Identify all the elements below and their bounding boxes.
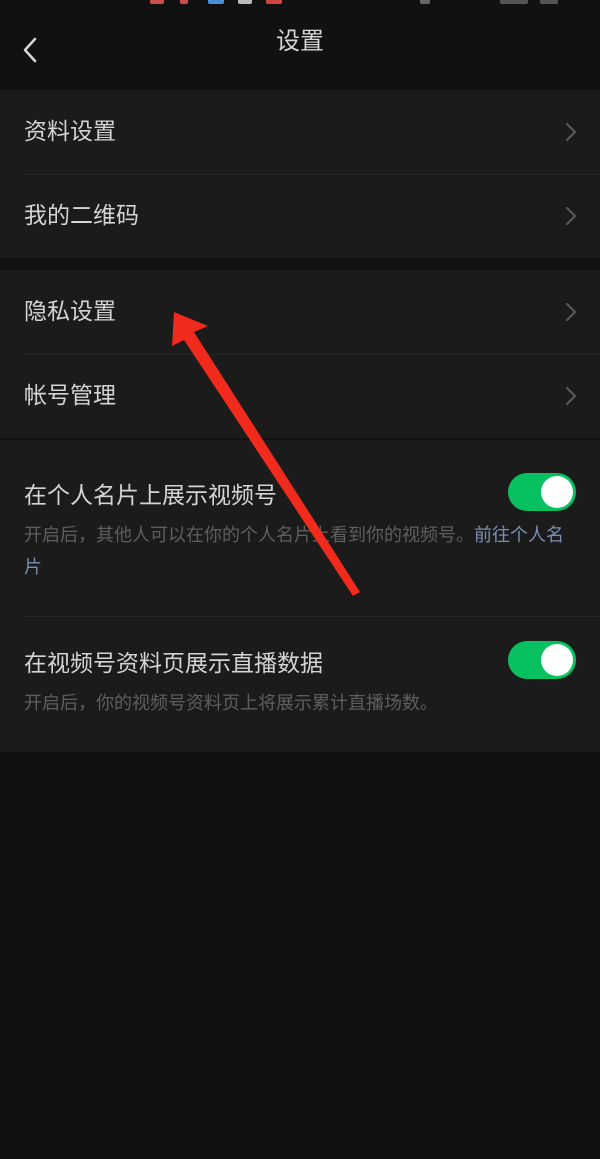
status-bar-icon: [420, 0, 430, 4]
show-channels-on-card-description: 开启后，其他人可以在你的个人名片上看到你的视频号。前往个人名片: [24, 520, 576, 584]
show-live-data-description: 开启后，你的视频号资料页上将展示累计直播场数。: [24, 693, 438, 714]
chevron-right-icon: [566, 207, 576, 225]
my-qr-code-label: 我的二维码: [24, 203, 139, 229]
status-bar-icon: [266, 0, 282, 4]
status-bar-icon: [150, 0, 164, 4]
back-button[interactable]: [8, 28, 52, 72]
privacy-settings-label: 隐私设置: [24, 299, 116, 325]
account-management-item[interactable]: 帐号管理: [0, 354, 600, 438]
profile-settings-group: 资料设置 我的二维码: [0, 90, 600, 258]
show-channels-on-card-row: 在个人名片上展示视频号 开启后，其他人可以在你的个人名片上看到你的视频号。前往个…: [0, 440, 600, 616]
status-bar-icon: [180, 0, 188, 4]
status-bar-icon: [540, 0, 558, 4]
nav-bar: [0, 6, 600, 86]
status-bar-icon: [208, 0, 224, 4]
account-management-label: 帐号管理: [24, 383, 116, 409]
chevron-right-icon: [566, 123, 576, 141]
privacy-account-group: 隐私设置 帐号管理: [0, 270, 600, 438]
status-bar-icon: [500, 0, 528, 4]
chevron-right-icon: [566, 303, 576, 321]
my-qr-code-item[interactable]: 我的二维码: [0, 174, 600, 258]
show-channels-on-card-title: 在个人名片上展示视频号: [24, 483, 277, 509]
show-live-data-toggle[interactable]: [508, 641, 576, 679]
channels-toggle-group: 在个人名片上展示视频号 开启后，其他人可以在你的个人名片上看到你的视频号。前往个…: [0, 440, 600, 752]
status-bar-icon: [238, 0, 252, 4]
show-live-data-title: 在视频号资料页展示直播数据: [24, 651, 323, 677]
show-channels-on-card-toggle[interactable]: [508, 473, 576, 511]
toggle-knob: [541, 476, 573, 508]
profile-settings-item[interactable]: 资料设置: [0, 90, 600, 174]
settings-page: 设置 资料设置 我的二维码 隐私设置 帐号管理 在个人名片上展示视频号 开启后，…: [0, 0, 600, 1159]
description-text: 开启后，其他人可以在你的个人名片上看到你的视频号。: [24, 525, 474, 546]
show-live-data-row: 在视频号资料页展示直播数据 开启后，你的视频号资料页上将展示累计直播场数。: [0, 616, 600, 752]
chevron-left-icon: [23, 37, 37, 63]
profile-settings-label: 资料设置: [24, 119, 116, 145]
privacy-settings-item[interactable]: 隐私设置: [0, 270, 600, 354]
chevron-right-icon: [566, 387, 576, 405]
toggle-knob: [541, 644, 573, 676]
